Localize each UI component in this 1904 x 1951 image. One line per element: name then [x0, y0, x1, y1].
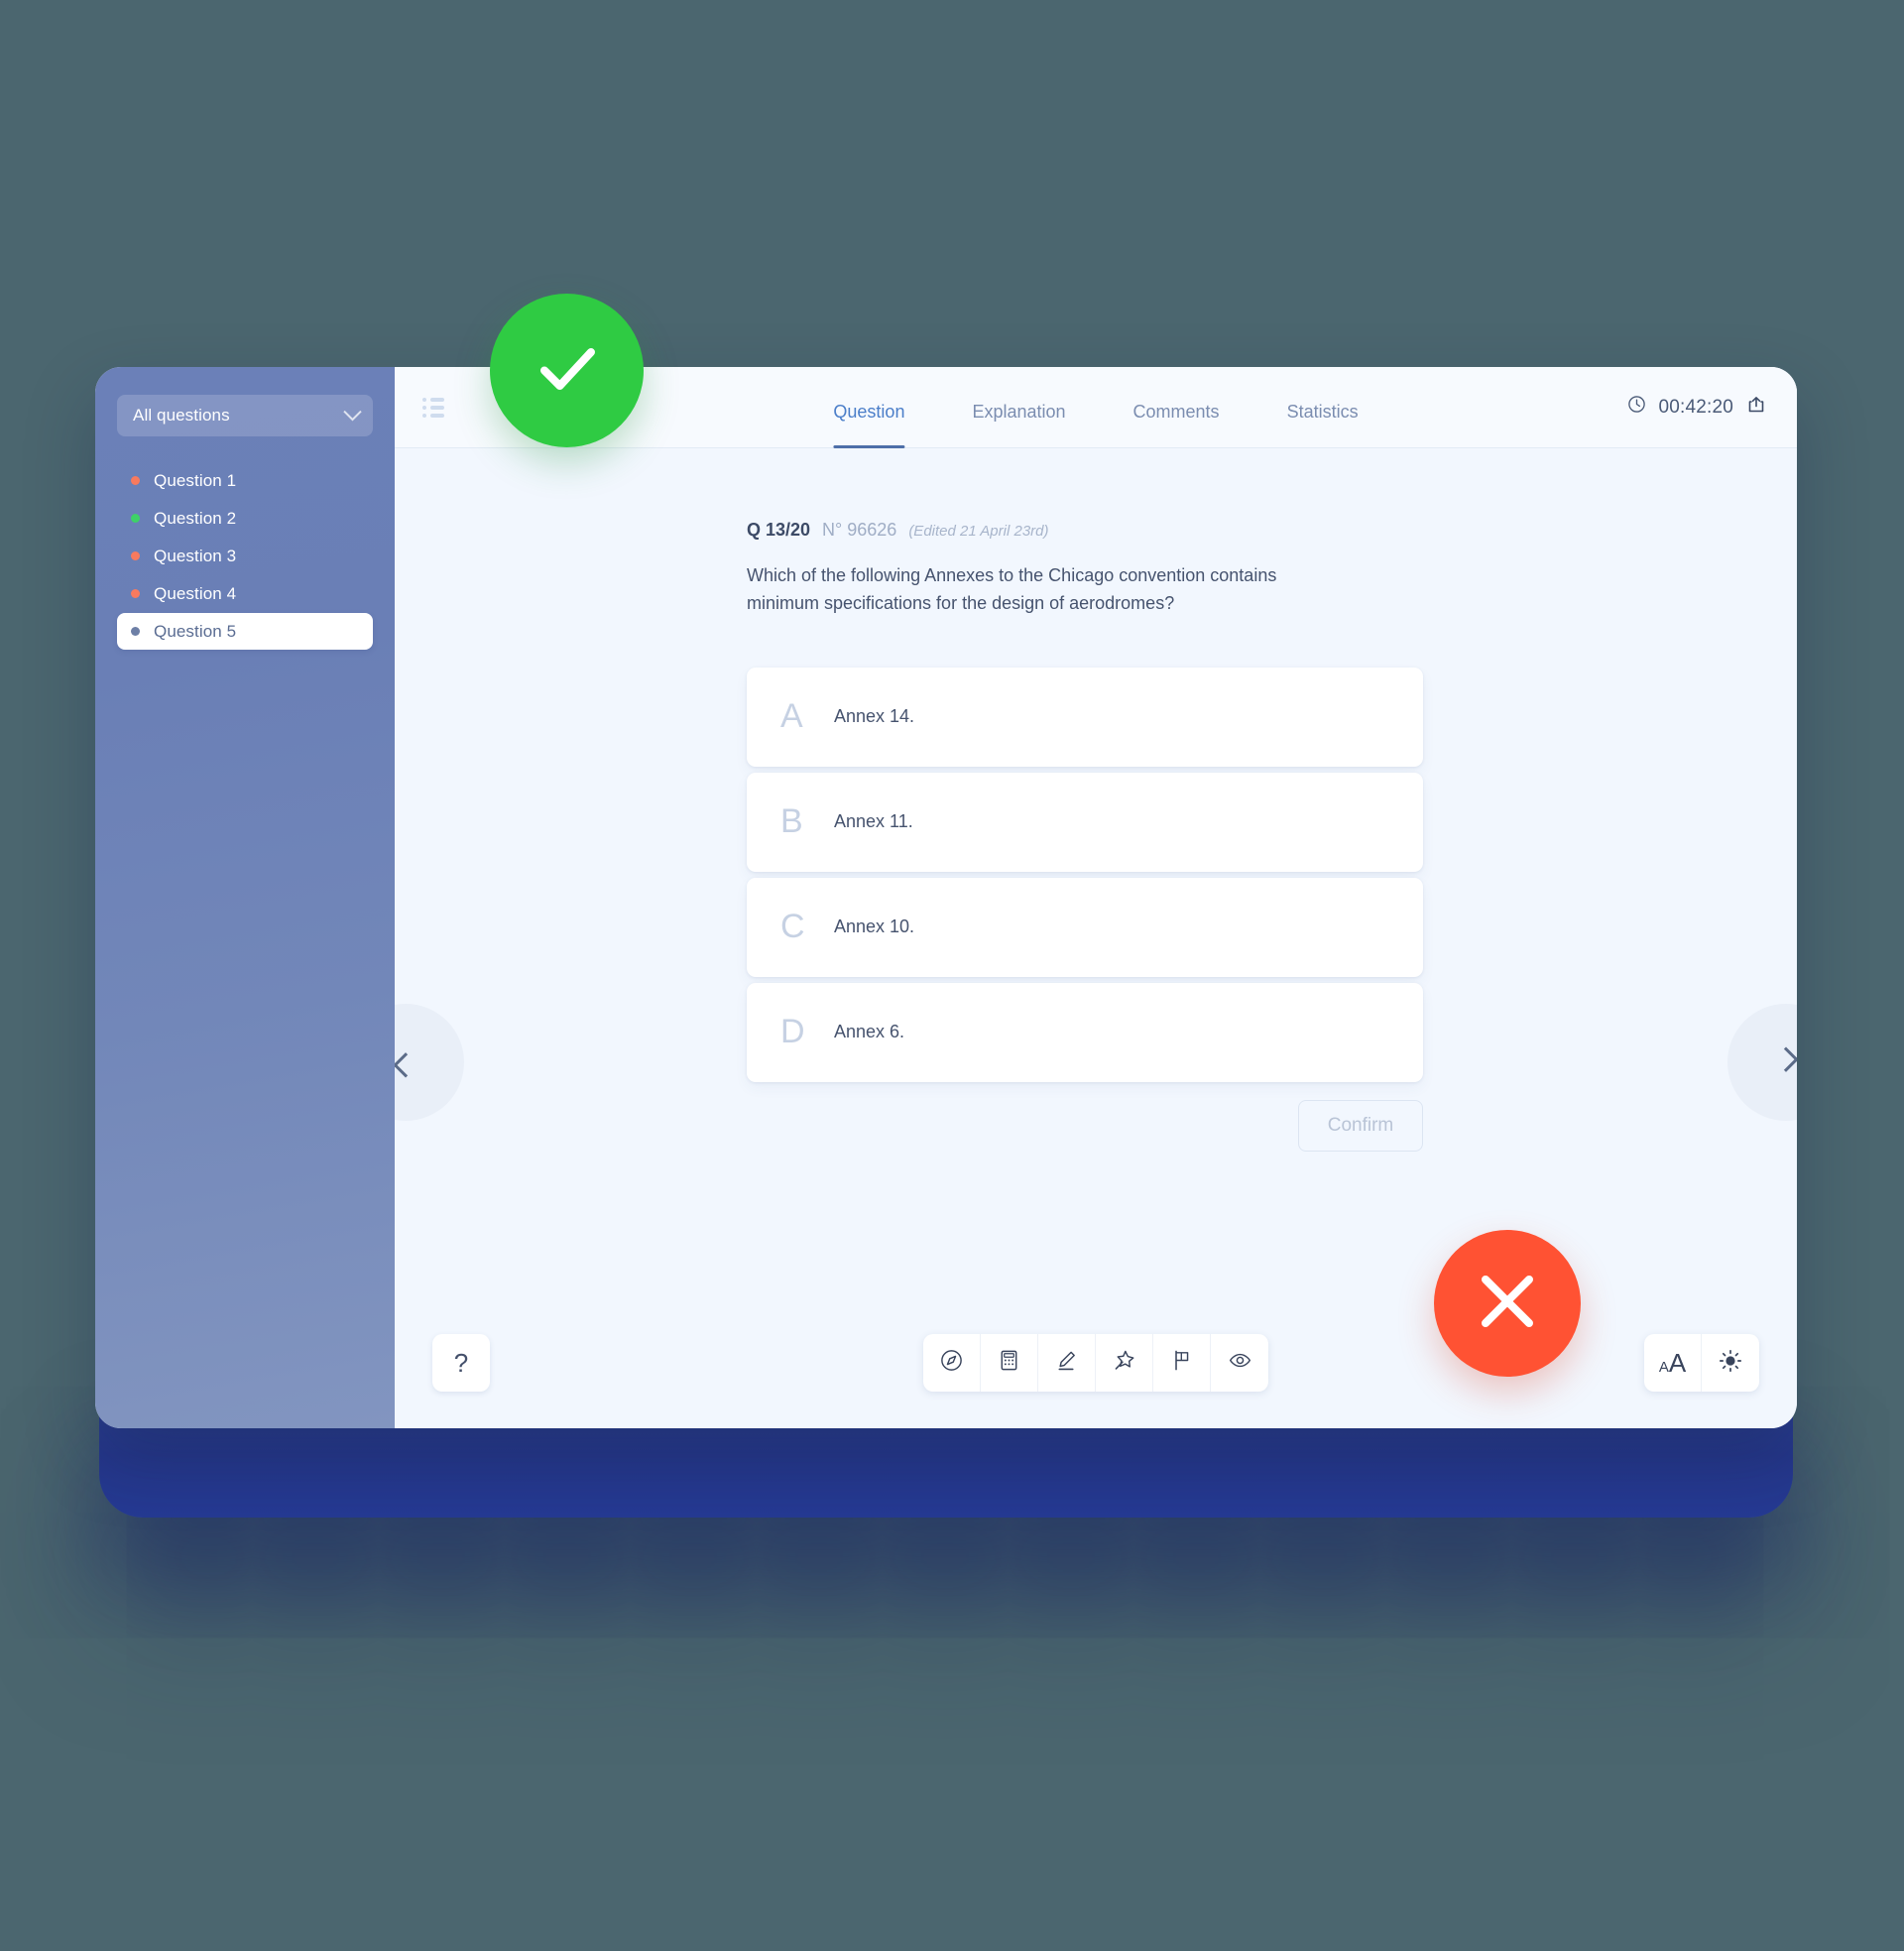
- question-content: Q 13/20 N° 96626 (Edited 21 April 23rd) …: [395, 448, 1797, 1428]
- previous-question-button[interactable]: [395, 1004, 464, 1121]
- answer-letter: A: [780, 697, 803, 736]
- timer-group: 00:42:20: [1627, 394, 1767, 422]
- question-filter-dropdown[interactable]: All questions: [117, 395, 373, 436]
- answer-option-d[interactable]: D Annex 6.: [747, 982, 1423, 1082]
- sidebar-item-label: Question 2: [154, 508, 237, 528]
- question-edited-date: (Edited 21 April 23rd): [908, 523, 1049, 540]
- answer-option-c[interactable]: C Annex 10.: [747, 877, 1423, 977]
- sidebar-item-label: Question 3: [154, 546, 237, 565]
- compass-icon: [939, 1348, 964, 1378]
- status-dot: [131, 627, 140, 636]
- calculator-tool-button[interactable]: [981, 1334, 1038, 1392]
- question-meta: Q 13/20 N° 96626 (Edited 21 April 23rd): [747, 520, 1401, 541]
- sun-icon: [1718, 1348, 1743, 1379]
- compass-tool-button[interactable]: [923, 1334, 981, 1392]
- bottom-bar: ? AA: [395, 1297, 1797, 1428]
- sidebar-item-question-2[interactable]: Question 2: [117, 500, 373, 537]
- highlighter-pen-icon: [1054, 1348, 1079, 1378]
- status-dot: [131, 551, 140, 560]
- question-id: N° 96626: [822, 520, 897, 540]
- question-filter-label: All questions: [133, 406, 230, 425]
- cross-icon: [1468, 1262, 1547, 1346]
- correct-answer-badge: [490, 294, 644, 447]
- incorrect-answer-badge: [1434, 1230, 1581, 1377]
- status-dot: [131, 476, 140, 485]
- clock-icon: [1627, 395, 1646, 420]
- question-block: Q 13/20 N° 96626 (Edited 21 April 23rd) …: [747, 520, 1423, 1152]
- calculator-icon: [997, 1348, 1021, 1378]
- question-list: Question 1 Question 2 Question 3 Questio…: [117, 462, 373, 650]
- answer-list: A Annex 14. B Annex 11. C Annex 10. D An…: [747, 667, 1423, 1082]
- confirm-button[interactable]: Confirm: [1298, 1099, 1423, 1152]
- answer-text: Annex 14.: [834, 706, 915, 727]
- tab-question[interactable]: Question: [799, 403, 938, 448]
- answer-text: Annex 11.: [834, 811, 913, 832]
- brightness-button[interactable]: [1702, 1334, 1759, 1392]
- answer-text: Annex 6.: [834, 1022, 905, 1042]
- list-icon[interactable]: [422, 397, 444, 418]
- tab-bar: Question Explanation Comments Statistics: [799, 367, 1391, 448]
- answer-option-b[interactable]: B Annex 11.: [747, 772, 1423, 872]
- eye-icon: [1228, 1348, 1252, 1378]
- flag-icon: [1169, 1348, 1194, 1378]
- help-button[interactable]: ?: [432, 1334, 490, 1392]
- tab-statistics[interactable]: Statistics: [1253, 403, 1392, 448]
- font-size-small-a: A: [1658, 1359, 1669, 1376]
- tab-explanation[interactable]: Explanation: [938, 403, 1099, 448]
- chevron-left-icon: [395, 1052, 418, 1078]
- chevron-down-icon: [343, 402, 362, 421]
- answer-option-a[interactable]: A Annex 14.: [747, 667, 1423, 767]
- sidebar-item-label: Question 5: [154, 621, 237, 641]
- next-question-button[interactable]: [1727, 1004, 1797, 1121]
- sidebar-item-label: Question 4: [154, 583, 237, 603]
- confirm-row: Confirm: [747, 1099, 1423, 1152]
- timer-value: 00:42:20: [1658, 396, 1733, 418]
- font-size-large-a: A: [1668, 1348, 1687, 1378]
- flag-tool-button[interactable]: [1153, 1334, 1211, 1392]
- sidebar-item-label: Question 1: [154, 470, 237, 490]
- sidebar-item-question-3[interactable]: Question 3: [117, 538, 373, 574]
- answer-letter: C: [780, 908, 805, 946]
- check-icon: [525, 325, 610, 416]
- highlighter-tool-button[interactable]: [1038, 1334, 1096, 1392]
- share-icon[interactable]: [1745, 394, 1767, 422]
- sidebar-item-question-1[interactable]: Question 1: [117, 462, 373, 499]
- main-panel: Question Explanation Comments Statistics…: [395, 367, 1797, 1428]
- sidebar: All questions Question 1 Question 2 Ques…: [95, 367, 395, 1428]
- chevron-right-icon: [1773, 1046, 1797, 1072]
- question-text: Which of the following Annexes to the Ch…: [747, 565, 1277, 613]
- font-size-icon: AA: [1659, 1350, 1686, 1376]
- answer-text: Annex 10.: [834, 916, 915, 937]
- pin-icon: [1112, 1348, 1136, 1378]
- sidebar-item-question-5[interactable]: Question 5: [117, 613, 373, 650]
- sidebar-item-question-4[interactable]: Question 4: [117, 575, 373, 612]
- tab-comments[interactable]: Comments: [1100, 403, 1253, 448]
- font-size-button[interactable]: AA: [1644, 1334, 1702, 1392]
- status-dot: [131, 589, 140, 598]
- display-controls: AA: [1644, 1334, 1759, 1392]
- answer-letter: B: [780, 802, 803, 841]
- tool-group: [923, 1334, 1268, 1392]
- preview-tool-button[interactable]: [1211, 1334, 1268, 1392]
- question-number: Q 13/20: [747, 520, 811, 540]
- answer-letter: D: [780, 1013, 805, 1051]
- pin-tool-button[interactable]: [1096, 1334, 1153, 1392]
- status-dot: [131, 514, 140, 523]
